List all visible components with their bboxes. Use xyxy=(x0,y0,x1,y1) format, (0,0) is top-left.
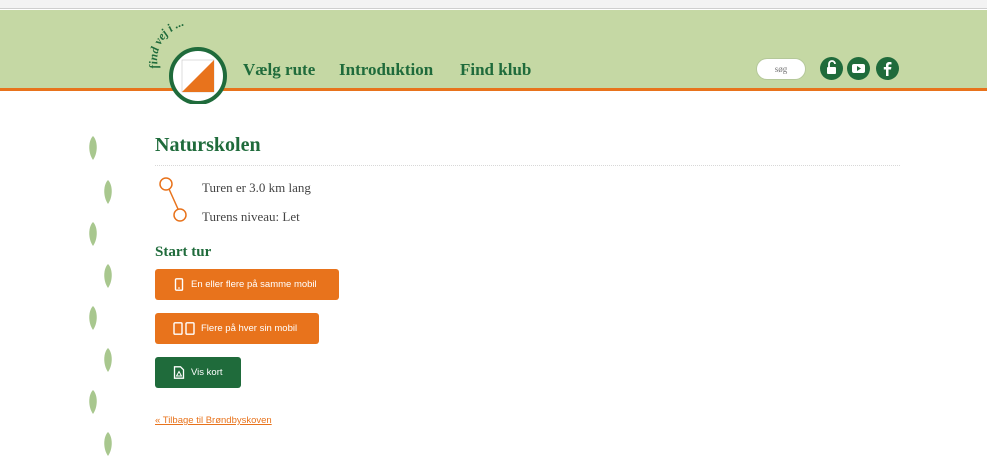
show-map-label: Vis kort xyxy=(191,367,223,378)
title-divider xyxy=(155,165,900,166)
nav-vaelg-rute[interactable]: Vælg rute xyxy=(243,60,315,80)
leaf-decoration-icon xyxy=(104,180,112,204)
leaf-decoration-icon xyxy=(89,306,97,330)
each-mobile-label: Flere på hver sin mobil xyxy=(201,323,298,334)
route-length: Turen er 3.0 km lang xyxy=(202,180,311,195)
leaf-decoration-icon xyxy=(89,390,97,414)
same-mobile-label: En eller flere på samme mobil xyxy=(191,279,317,290)
show-map-button[interactable]: Vis kort xyxy=(155,357,241,388)
back-link[interactable]: « Tilbage til Brøndbyskoven xyxy=(155,415,272,426)
search-input[interactable]: søg xyxy=(756,58,806,80)
lock-icon[interactable] xyxy=(820,57,843,80)
two-mobiles-icon xyxy=(173,322,195,335)
same-mobile-button[interactable]: En eller flere på samme mobil xyxy=(155,269,339,300)
facebook-icon[interactable] xyxy=(876,57,899,80)
mobile-icon xyxy=(174,278,184,291)
site-logo[interactable]: find vej i ... xyxy=(144,12,236,104)
nav-find-klub[interactable]: Find klub xyxy=(460,60,531,80)
start-heading: Start tur xyxy=(155,244,212,260)
leaf-decoration-icon xyxy=(104,264,112,288)
leaf-decoration-icon xyxy=(89,222,97,246)
leaf-decoration-icon xyxy=(89,136,97,160)
route-level: Turens niveau: Let xyxy=(202,209,300,224)
route-line-icon xyxy=(159,177,187,222)
leaf-decoration-icon xyxy=(104,432,112,456)
nav-introduktion[interactable]: Introduktion xyxy=(339,60,433,80)
each-mobile-button[interactable]: Flere på hver sin mobil xyxy=(155,313,319,344)
page-title: Naturskolen xyxy=(155,134,261,156)
pdf-icon xyxy=(173,366,185,379)
browser-top-strip xyxy=(0,0,987,9)
leaf-decoration-icon xyxy=(104,348,112,372)
youtube-icon[interactable] xyxy=(847,57,870,80)
